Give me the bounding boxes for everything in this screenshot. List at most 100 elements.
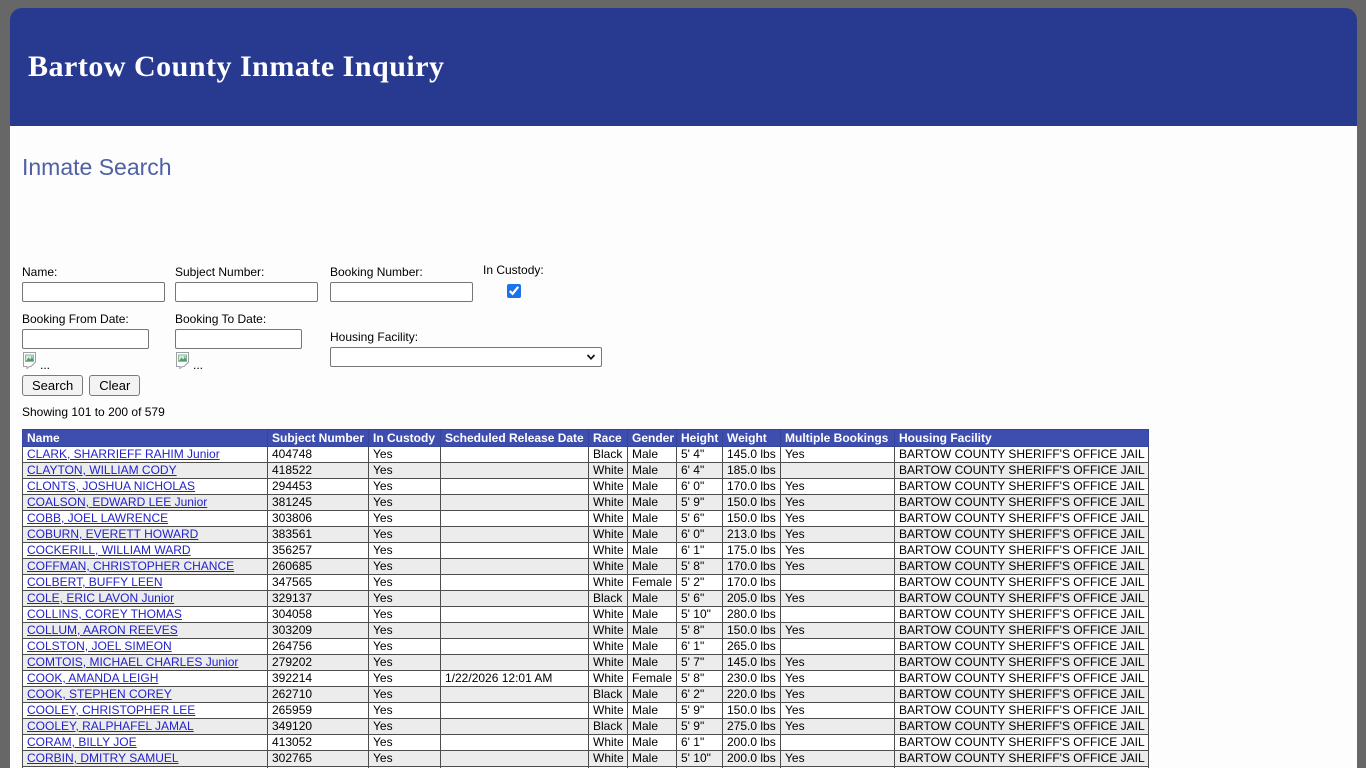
table-row: COLLINS, COREY THOMAS 304058 Yes White Male 5… [22,606,1149,623]
inmate-name-link[interactable]: COLBERT, BUFFY LEEN [27,576,163,590]
booking-to-input[interactable] [175,329,302,349]
in-custody-checkbox[interactable] [507,284,521,298]
cell-in-custody: Yes [368,654,441,671]
cell-height: 5' 8" [676,622,723,639]
cell-weight: 170.0 lbs [722,478,781,495]
cell-race: White [588,526,628,543]
booking-number-input[interactable] [330,282,473,302]
inmate-name-link[interactable]: COLSTON, JOEL SIMEON [27,640,172,654]
cell-scheduled-release-date [440,686,589,703]
cell-multiple-bookings: Yes [780,686,895,703]
cell-scheduled-release-date [440,446,589,463]
cell-multiple-bookings: Yes [780,670,895,687]
booking-to-calendar-broken-image[interactable]: ... [175,351,302,372]
page-title: Inmate Search [22,154,172,180]
inmate-name-link[interactable]: CORBIN, DMITRY SAMUEL [27,752,179,766]
inmate-name-link[interactable]: COLLUM, AARON REEVES [27,624,178,638]
inmate-name-link[interactable]: CLONTS, JOSHUA NICHOLAS [27,480,195,494]
cell-weight: 200.0 lbs [722,750,781,767]
table-row: CORAM, BILLY JOE 413052 Yes White Male 6' 1" 2… [22,734,1149,751]
cell-subject-number: 302765 [267,750,369,767]
cell-weight: 170.0 lbs [722,558,781,575]
cell-housing-facility: BARTOW COUNTY SHERIFF'S OFFICE JAIL [894,718,1149,735]
cell-in-custody: Yes [368,750,441,767]
clear-button[interactable]: Clear [89,375,141,396]
cell-height: 6' 0" [676,478,723,495]
cell-height: 5' 9" [676,718,723,735]
cell-subject-number: 294453 [267,478,369,495]
cell-housing-facility: BARTOW COUNTY SHERIFF'S OFFICE JAIL [894,622,1149,639]
broken-image-icon [175,351,192,372]
inmate-name-link[interactable]: COOK, AMANDA LEIGH [27,672,158,686]
cell-in-custody: Yes [368,718,441,735]
cell-in-custody: Yes [368,494,441,511]
inmate-name-link[interactable]: COOLEY, CHRISTOPHER LEE [27,704,195,718]
inmate-name-link[interactable]: COOK, STEPHEN COREY [27,688,172,702]
cell-in-custody: Yes [368,622,441,639]
inmate-name-link[interactable]: COALSON, EDWARD LEE Junior [27,496,207,510]
cell-name: COLLINS, COREY THOMAS [22,606,268,623]
cell-in-custody: Yes [368,702,441,719]
cell-housing-facility: BARTOW COUNTY SHERIFF'S OFFICE JAIL [894,686,1149,703]
inmate-name-link[interactable]: CORAM, BILLY JOE [27,736,137,750]
cell-gender: Male [627,510,677,527]
cell-in-custody: Yes [368,446,441,463]
inmate-name-link[interactable]: COLE, ERIC LAVON Junior [27,592,174,606]
cell-multiple-bookings: Yes [780,750,895,767]
cell-multiple-bookings: Yes [780,702,895,719]
cell-gender: Male [627,462,677,479]
cell-housing-facility: BARTOW COUNTY SHERIFF'S OFFICE JAIL [894,734,1149,751]
cell-gender: Male [627,702,677,719]
cell-name: CLARK, SHARRIEFF RAHIM Junior [22,446,268,463]
inmate-name-link[interactable]: COCKERILL, WILLIAM WARD [27,544,191,558]
cell-multiple-bookings: Yes [780,526,895,543]
in-custody-field-group: In Custody: [483,263,544,301]
cell-housing-facility: BARTOW COUNTY SHERIFF'S OFFICE JAIL [894,606,1149,623]
cell-weight: 265.0 lbs [722,638,781,655]
table-row: COOLEY, RALPHAFEL JAMAL 349120 Yes Black Mal… [22,718,1149,735]
cell-gender: Male [627,750,677,767]
inmate-name-link[interactable]: COBURN, EVERETT HOWARD [27,528,198,542]
table-row: COLLUM, AARON REEVES 303209 Yes White Male 5'… [22,622,1149,639]
cell-subject-number: 262710 [267,686,369,703]
cell-subject-number: 381245 [267,494,369,511]
inmate-name-link[interactable]: CLAYTON, WILLIAM CODY [27,464,177,478]
cell-gender: Male [627,494,677,511]
cell-multiple-bookings: Yes [780,590,895,607]
cell-gender: Male [627,542,677,559]
cell-gender: Male [627,478,677,495]
name-input[interactable] [22,282,165,302]
booking-from-input[interactable] [22,329,149,349]
cell-name: COBB, JOEL LAWRENCE [22,510,268,527]
inmate-table-body: CLARK, SHARRIEFF RAHIM Junior 404748 Yes Bl… [22,446,1149,768]
cell-race: White [588,558,628,575]
inmate-name-link[interactable]: COOLEY, RALPHAFEL JAMAL [27,720,194,734]
booking-from-field-group: Booking From Date: ... [22,312,149,372]
inmate-name-link[interactable]: COLLINS, COREY THOMAS [27,608,182,622]
cell-in-custody: Yes [368,478,441,495]
cell-scheduled-release-date [440,734,589,751]
cell-name: COMTOIS, MICHAEL CHARLES Junior [22,654,268,671]
cell-weight: 220.0 lbs [722,686,781,703]
search-button[interactable]: Search [22,375,84,396]
cell-scheduled-release-date [440,606,589,623]
cell-name: COALSON, EDWARD LEE Junior [22,494,268,511]
booking-from-calendar-broken-image[interactable]: ... [22,351,149,372]
cell-housing-facility: BARTOW COUNTY SHERIFF'S OFFICE JAIL [894,574,1149,591]
inmate-name-link[interactable]: CLARK, SHARRIEFF RAHIM Junior [27,448,220,462]
table-row: COFFMAN, CHRISTOPHER CHANCE 260685 Yes Whit… [22,558,1149,575]
results-summary: Showing 101 to 200 of 579 [22,405,165,419]
booking-to-field-group: Booking To Date: ... [175,312,302,372]
housing-facility-select[interactable] [330,347,602,367]
inmate-name-link[interactable]: COMTOIS, MICHAEL CHARLES Junior [27,656,238,670]
inmate-name-link[interactable]: COFFMAN, CHRISTOPHER CHANCE [27,560,234,574]
cell-in-custody: Yes [368,542,441,559]
table-row: COLBERT, BUFFY LEEN 347565 Yes White Female 5… [22,574,1149,591]
inmate-name-link[interactable]: COBB, JOEL LAWRENCE [27,512,168,526]
cell-multiple-bookings: Yes [780,558,895,575]
cell-weight: 150.0 lbs [722,622,781,639]
cell-in-custody: Yes [368,526,441,543]
cell-weight: 145.0 lbs [722,446,781,463]
cell-race: White [588,670,628,687]
subject-number-input[interactable] [175,282,318,302]
